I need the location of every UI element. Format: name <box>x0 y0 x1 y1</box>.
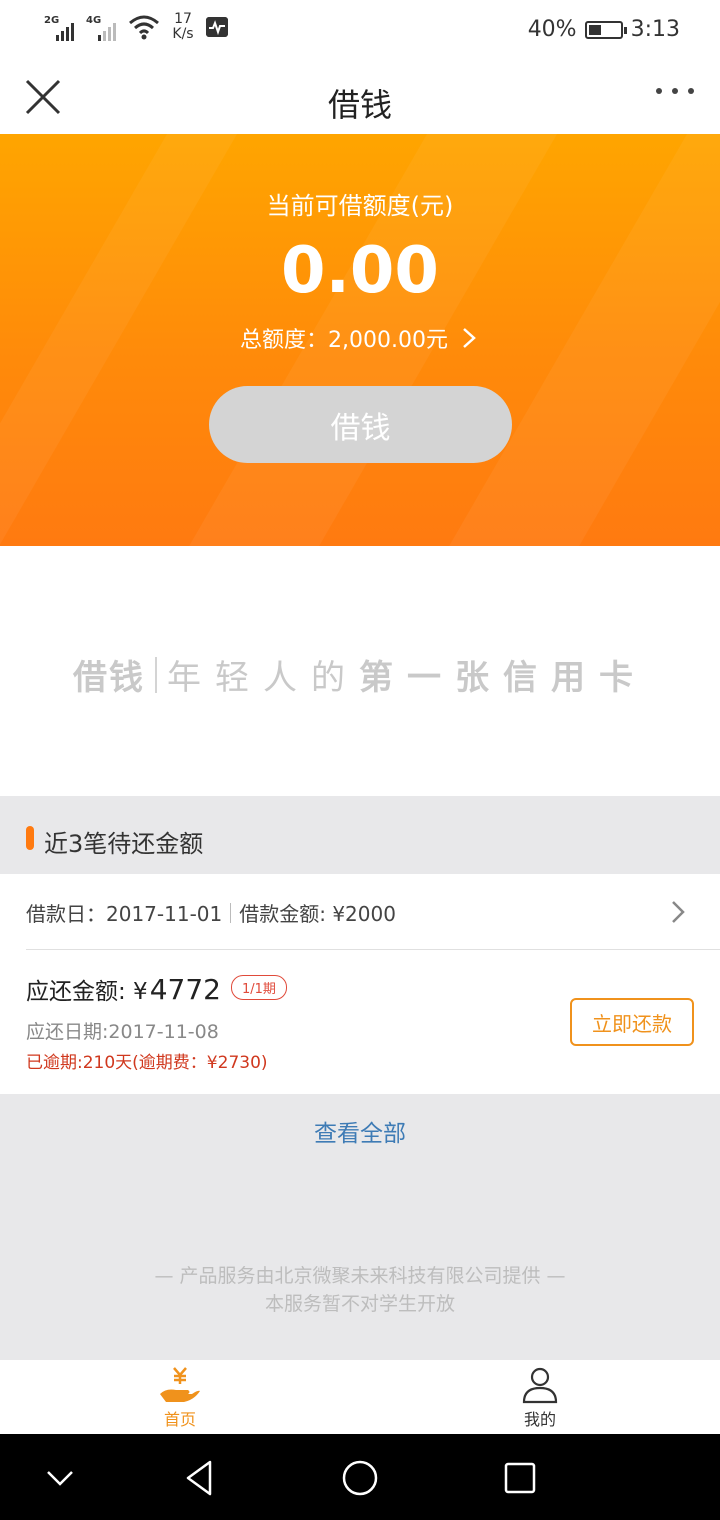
section-title: 近3笔待还金额 <box>44 830 204 858</box>
back-icon[interactable] <box>180 1458 220 1498</box>
period-badge: 1/1期 <box>230 975 287 1000</box>
status-bar: 2G 4G 17 K/s 40% 3:13 <box>0 0 720 62</box>
loan-card: 借款日：2017-11-01 借款金额: ¥2000 应还金额: ¥ 4772 … <box>0 874 720 1094</box>
overdue-status: 已逾期:210天(逾期费：¥2730) <box>26 1053 268 1073</box>
available-credit-label: 当前可借额度(元) <box>266 192 454 220</box>
recent-apps-icon[interactable] <box>500 1458 540 1498</box>
borrow-button[interactable]: 借钱 <box>209 386 512 463</box>
page-title: 借钱 <box>327 86 392 124</box>
student-note: 本服务暂不对学生开放 <box>264 1293 455 1315</box>
speed-value: 17 <box>174 11 192 27</box>
tab-home[interactable]: 首页 <box>130 1366 230 1430</box>
divider <box>230 902 232 923</box>
total-credit-text: 总额度：2,000.00元 <box>240 328 448 353</box>
section-header: 近3笔待还金额 <box>0 796 720 874</box>
view-all-link[interactable]: 查看全部 <box>0 1114 720 1148</box>
tab-bar: 首页 我的 <box>0 1360 720 1434</box>
more-options-icon[interactable] <box>656 88 694 94</box>
tab-mine-label: 我的 <box>523 1410 556 1429</box>
chevron-down-icon[interactable] <box>40 1458 80 1498</box>
activity-monitor-icon <box>206 17 228 37</box>
provider-note: — 产品服务由北京微聚未来科技有限公司提供 — <box>154 1265 566 1287</box>
slogan: 借钱 年轻人的 第一张信用卡 <box>0 650 720 699</box>
due-date: 应还日期:2017-11-08 <box>26 1021 219 1043</box>
due-amount: 4772 <box>149 973 221 1006</box>
footer-note: — 产品服务由北京微聚未来科技有限公司提供 — 本服务暂不对学生开放 <box>0 1262 720 1318</box>
yuan-hand-icon <box>160 1367 200 1402</box>
home-icon[interactable] <box>340 1458 380 1498</box>
borrow-amount: 借款金额: ¥2000 <box>239 902 396 926</box>
tab-mine[interactable]: 我的 <box>490 1366 590 1430</box>
navigation-bar: 借钱 <box>0 62 720 134</box>
section-accent-bar <box>26 826 34 850</box>
chevron-right-icon <box>672 901 685 923</box>
tab-home-label: 首页 <box>163 1410 196 1429</box>
slogan-bold: 第一张信用卡 <box>359 658 647 698</box>
wifi-icon <box>129 15 159 40</box>
chevron-right-icon <box>463 328 476 348</box>
system-navigation-bar <box>0 1434 720 1520</box>
battery-percent: 40% <box>527 17 577 42</box>
credit-limit-panel: 当前可借额度(元) 0.00 总额度：2,000.00元 借钱 <box>0 134 720 546</box>
slogan-divider <box>155 656 157 693</box>
due-amount-label: 应还金额: ¥ <box>26 979 148 1005</box>
promo-banner: 借钱 年轻人的 第一张信用卡 <box>0 546 720 796</box>
signal-4g-icon: 4G <box>86 13 120 41</box>
loan-detail-row[interactable]: 借款日：2017-11-01 借款金额: ¥2000 <box>0 874 720 950</box>
signal-2g-icon: 2G <box>44 13 78 41</box>
divider <box>26 949 720 950</box>
speed-unit: K/s <box>172 26 194 42</box>
clock: 3:13 <box>630 17 680 42</box>
slogan-brand: 借钱 <box>73 658 145 698</box>
slogan-light: 年轻人的 <box>167 658 359 698</box>
person-icon <box>522 1367 558 1404</box>
network-speed: 17 K/s <box>168 12 198 42</box>
repay-now-button[interactable]: 立即还款 <box>570 998 694 1046</box>
borrow-date: 借款日：2017-11-01 <box>26 902 223 926</box>
battery-icon <box>584 20 627 39</box>
total-credit-link[interactable]: 总额度：2,000.00元 <box>0 322 720 354</box>
available-credit-amount: 0.00 <box>281 234 439 308</box>
